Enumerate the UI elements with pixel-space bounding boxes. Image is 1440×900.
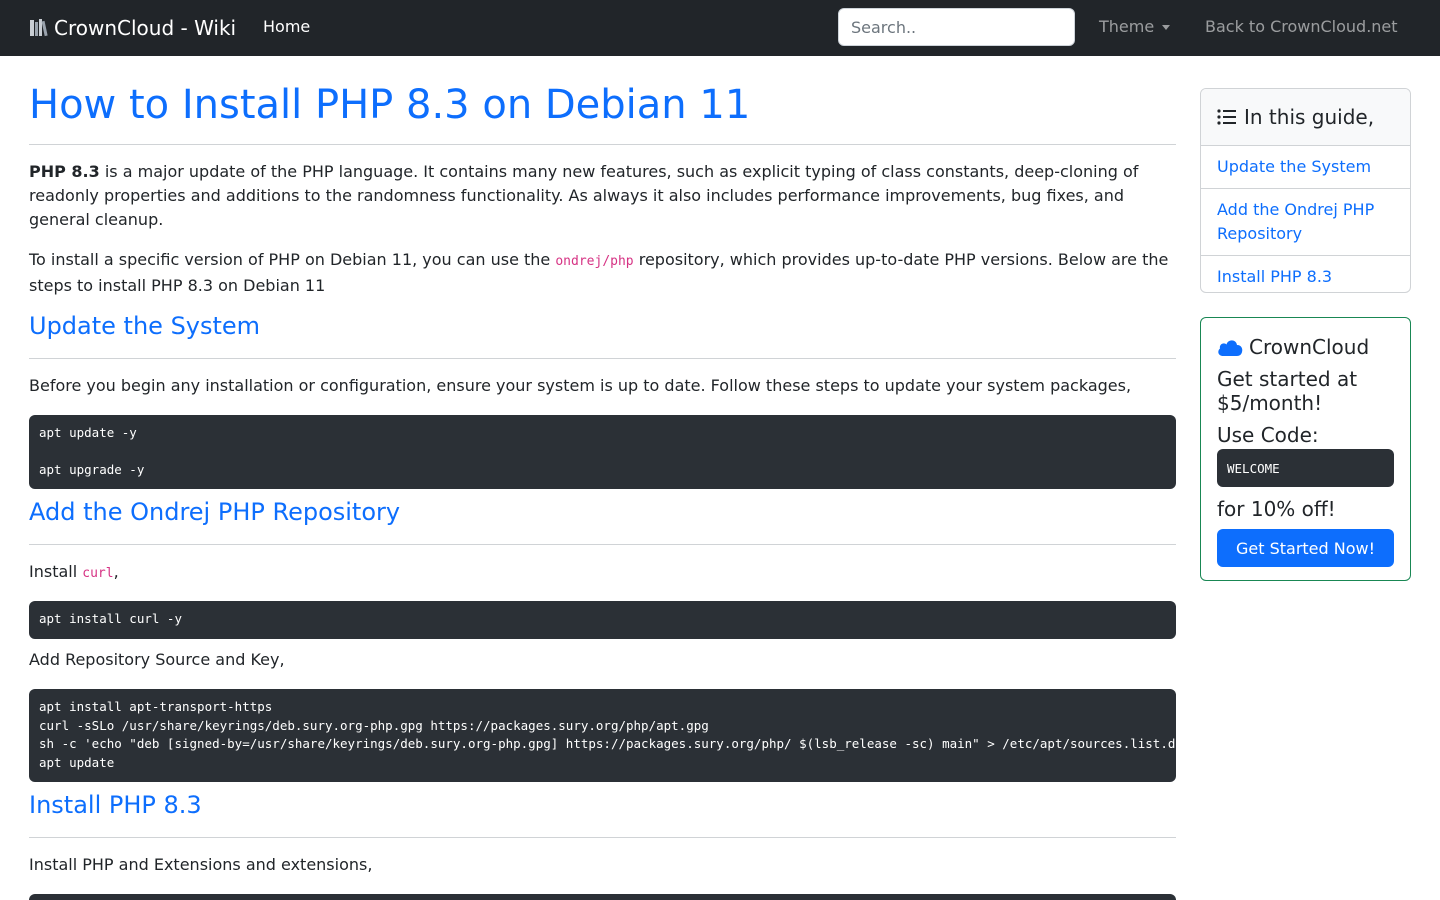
toc-title: In this guide, [1244,105,1375,129]
back-to-site-link[interactable]: Back to CrownCloud.net [1205,17,1398,36]
page-title: How to Install PHP 8.3 on Debian 11 [29,82,751,128]
code-block-repo[interactable]: apt install apt-transport-https curl -sS… [29,689,1176,782]
promo-code-label: Use Code: [1217,423,1319,447]
repo-paragraph: To install a specific version of PHP on … [29,248,1176,298]
divider [29,837,1176,838]
intro-bold: PHP 8.3 [29,162,100,181]
nav-home-link[interactable]: Home [263,17,310,36]
get-started-button[interactable]: Get Started Now! [1217,529,1394,567]
promo-header: CrownCloud [1217,335,1394,359]
section-heading-ondrej: Add the Ondrej PHP Repository [29,498,401,526]
toc-card: In this guide, Update the System Add the… [1200,88,1411,293]
divider [29,358,1176,359]
theme-label: Theme [1099,17,1155,36]
section-text-curl: Install curl, [29,560,1176,586]
curl-text-after: , [113,562,119,581]
promo-discount: for 10% off! [1217,497,1336,521]
promo-title: CrownCloud [1249,335,1370,359]
section-text-install: Install PHP and Extensions and extension… [29,855,373,874]
chevron-down-icon [1162,25,1171,30]
curl-text-before: Install [29,562,83,581]
divider [29,544,1176,545]
code-line: apt update [39,754,115,770]
top-navbar: CrownCloud - Wiki Home Theme Back to Cro… [0,0,1440,56]
code-line: apt upgrade -y [39,462,145,477]
code-line: apt update -y [39,425,137,440]
code-line: sh -c 'echo "deb [signed-by=/usr/share/k… [39,736,1176,751]
section-text-repo: Add Repository Source and Key, [29,650,285,669]
code-block-install[interactable] [29,894,1176,900]
intro-paragraph: PHP 8.3 is a major update of the PHP lan… [29,160,1176,232]
cloud-icon [1218,340,1243,356]
section-heading-install: Install PHP 8.3 [29,791,202,819]
curl-inline-code: curl [82,566,114,581]
promo-code[interactable]: WELCOME [1217,449,1394,487]
repo-text-before: To install a specific version of PHP on … [29,250,556,269]
repo-inline-code: ondrej/php [555,254,634,269]
toc-header: In this guide, [1201,89,1410,146]
section-heading-update: Update the System [29,312,261,340]
code-block-update[interactable]: apt update -y apt upgrade -y [29,415,1176,489]
code-line: apt install curl -y [39,611,182,626]
toc-item-ondrej[interactable]: Add the Ondrej PHP Repository [1201,189,1410,256]
code-line: curl -sSLo /usr/share/keyrings/deb.sury.… [39,717,709,733]
promo-card: CrownCloud Get started at $5/month! Use … [1200,317,1411,581]
books-icon [30,19,48,37]
code-block-curl[interactable]: apt install curl -y [29,601,1176,639]
divider [29,144,1176,145]
search-input[interactable] [838,8,1075,46]
toc-item-update[interactable]: Update the System [1201,146,1410,189]
list-icon [1217,109,1236,125]
intro-text: is a major update of the PHP language. I… [29,162,1139,229]
promo-price: Get started at $5/month! [1217,367,1358,415]
brand-link[interactable]: CrownCloud - Wiki [29,14,236,42]
section-text-update: Before you begin any installation or con… [29,376,1132,395]
toc-item-install[interactable]: Install PHP 8.3 [1201,256,1410,292]
theme-dropdown[interactable]: Theme [1099,17,1171,36]
brand-text: CrownCloud - Wiki [54,16,237,40]
code-line: apt install apt-transport-https [39,699,273,714]
